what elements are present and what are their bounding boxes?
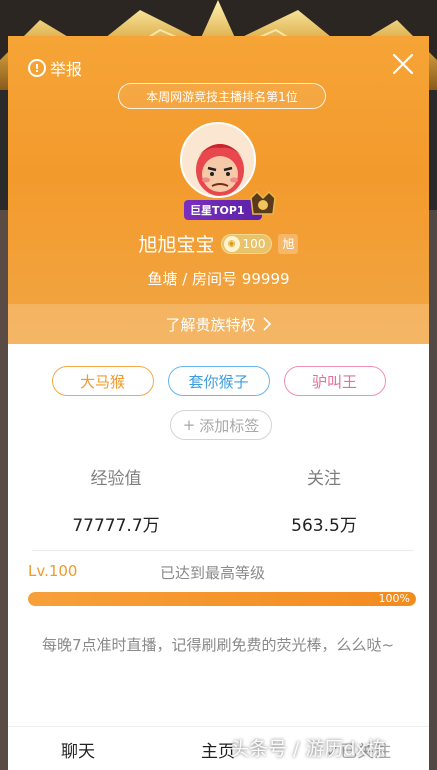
level-progress-label: 100% [378,592,410,605]
add-tag-button[interactable]: + 添加标签 [170,410,272,440]
level-progress-bar: 100% [28,592,416,606]
close-icon[interactable] [391,52,415,76]
report-button[interactable]: ! 举报 [28,56,82,80]
experience-value: 77777.7万 [72,516,160,536]
crown-medal-icon [250,190,276,215]
follow-label: 关注 [307,469,341,489]
follow-stat: 关注 563.5万 [254,464,394,536]
level-row: Lv.100 已达到最高等级 [28,562,418,584]
anchor-bio: 每晚7点准时直播，记得刷刷免费的荧光棒，么么哒~ [42,636,395,654]
profile-header: ! 举报 本周网游竞技主播排名第1位 巨星TOP1 旭旭宝宝 ◉ 100 旭 鱼… [8,36,429,344]
experience-label: 经验值 [90,469,142,489]
chevron-right-icon [262,317,271,331]
avatar-cartoon-icon [182,124,254,196]
follow-value: 563.5万 [291,516,357,536]
fan-badge: 旭 [278,233,299,254]
tag-list: 大马猴 套你猴子 驴叫王 [8,366,429,396]
noble-link-label: 了解贵族特权 [165,315,256,334]
chat-button[interactable]: 聊天 [8,727,148,770]
level-value: 100 [242,236,266,251]
watermark: 头条号 / 游历dx栋 [230,738,386,760]
noble-privilege-link[interactable]: 了解贵族特权 [8,304,429,344]
level-label: Lv.100 [28,562,78,580]
report-icon: ! [28,59,46,77]
avatar[interactable] [180,122,256,198]
add-tag-label: 添加标签 [199,416,260,435]
level-progress-fill [28,592,416,606]
room-info: 鱼塘 / 房间号 99999 [147,270,290,288]
report-label: 举报 [50,60,83,79]
tag-item[interactable]: 大马猴 [51,366,154,396]
anchor-name: 旭旭宝宝 [138,234,215,256]
level-description: 已达到最高等级 [160,564,266,582]
weekly-rank-badge: 本周网游竞技主播排名第1位 [118,83,326,109]
divider [32,550,414,551]
anchor-profile-card: ! 举报 本周网游竞技主播排名第1位 巨星TOP1 旭旭宝宝 ◉ 100 旭 鱼… [8,36,429,770]
tag-item[interactable]: 驴叫王 [283,366,386,396]
name-row: 旭旭宝宝 ◉ 100 旭 [8,230,429,257]
tag-item[interactable]: 套你猴子 [167,366,270,396]
experience-stat: 经验值 77777.7万 [46,464,186,536]
level-pill: ◉ 100 [220,233,273,254]
plus-icon: + [182,416,196,434]
level-coin-icon: ◉ [223,235,240,252]
